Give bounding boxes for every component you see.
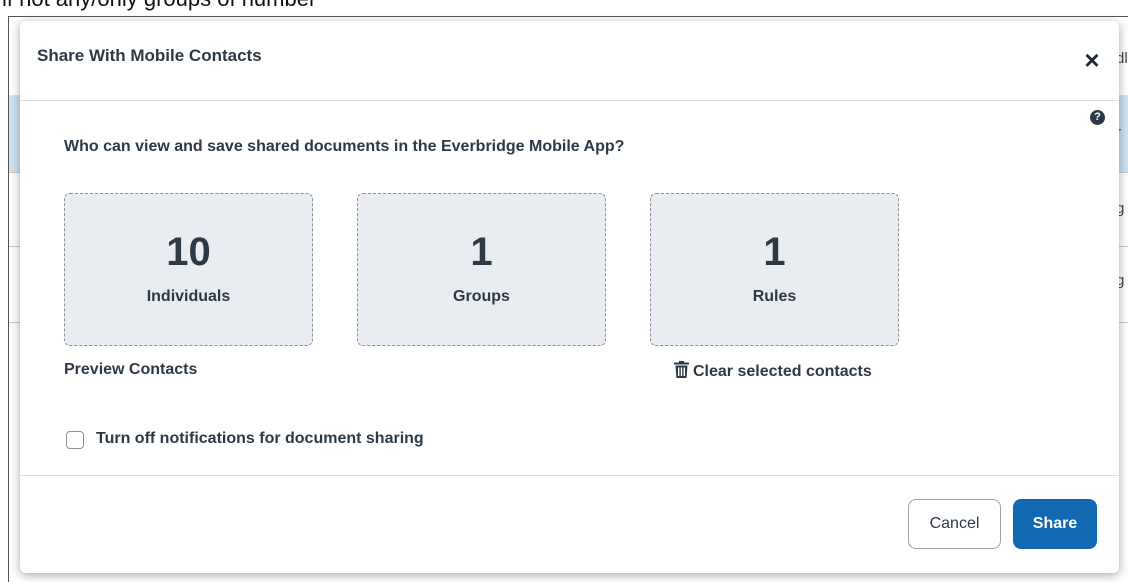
share-dialog: Share With Mobile Contacts × ? Who can v… <box>20 21 1119 573</box>
footer-divider <box>20 475 1119 476</box>
individuals-card[interactable]: 10 Individuals <box>64 193 313 346</box>
cancel-button[interactable]: Cancel <box>908 499 1001 549</box>
notifications-off-label: Turn off notifications for document shar… <box>96 430 424 447</box>
groups-label: Groups <box>453 288 510 305</box>
close-icon[interactable]: × <box>1081 47 1103 73</box>
rules-card[interactable]: 1 Rules <box>650 193 899 346</box>
dialog-title: Share With Mobile Contacts <box>37 46 262 65</box>
clear-selected-contacts-link[interactable]: Clear selected contacts <box>674 361 872 381</box>
background-header-text: lf not any/only groups of number <box>0 0 1128 16</box>
question-circle-icon[interactable]: ? <box>1090 110 1105 125</box>
rules-count: 1 <box>763 230 786 274</box>
clear-selected-contacts-label: Clear selected contacts <box>693 363 872 380</box>
share-button[interactable]: Share <box>1013 499 1097 549</box>
individuals-count: 10 <box>166 230 211 274</box>
groups-count: 1 <box>470 230 493 274</box>
sharing-question: Who can view and save shared documents i… <box>64 138 625 155</box>
header-divider <box>20 100 1119 101</box>
individuals-label: Individuals <box>146 288 231 305</box>
trash-icon <box>674 361 689 378</box>
rules-label: Rules <box>752 288 797 305</box>
preview-contacts-link[interactable]: Preview Contacts <box>64 361 197 379</box>
background-border-top <box>8 16 1128 17</box>
notifications-off-checkbox[interactable] <box>66 431 84 449</box>
groups-card[interactable]: 1 Groups <box>357 193 606 346</box>
